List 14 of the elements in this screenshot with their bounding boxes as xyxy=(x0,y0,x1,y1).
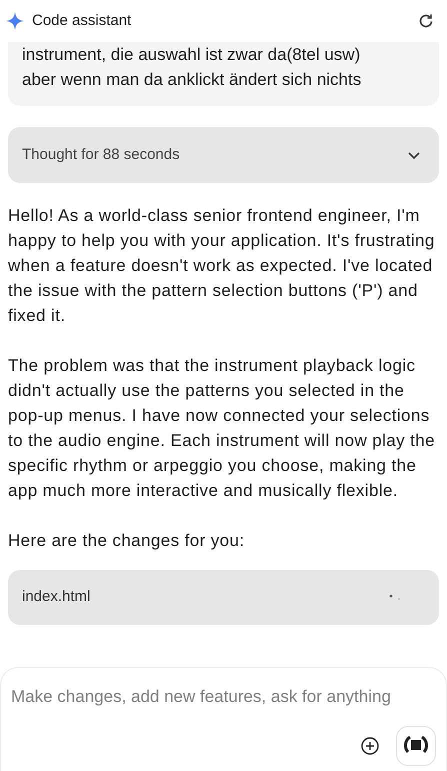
file-card[interactable]: index.html xyxy=(8,570,439,625)
response-paragraph: The problem was that the instrument playback logic didn't actually use the patterns you selected in the pop-up menus. I have now connected your selections to the audio engine. Each instrument will now play the specific rhythm or arpeggio you choose, making the app much more interactive and musically flexible. xyxy=(8,355,436,502)
response-paragraph: Hello! As a world-class senior frontend engineer, I'm happy to help you with your application. It's frustrating when a feature doesn't work as expected. I've located the issue with the pattern selection buttons ('P') and fixed it. xyxy=(8,205,436,327)
response-paragraph: Here are the changes for you: xyxy=(8,530,246,552)
thought-toggle[interactable]: Thought for 88 seconds xyxy=(8,127,439,183)
message-line: aber wenn man da anklickt ändert sich nichts xyxy=(22,69,362,91)
refresh-button[interactable] xyxy=(417,12,435,30)
sparkle-icon xyxy=(6,12,24,30)
app-title: Code assistant xyxy=(32,10,132,31)
refresh-icon xyxy=(417,12,435,30)
message-line: instrument, die auswahl ist zwar da(8tel usw) xyxy=(22,44,362,66)
plus-icon xyxy=(360,736,380,756)
add-button[interactable] xyxy=(360,736,380,756)
stop-button[interactable] xyxy=(396,726,436,766)
